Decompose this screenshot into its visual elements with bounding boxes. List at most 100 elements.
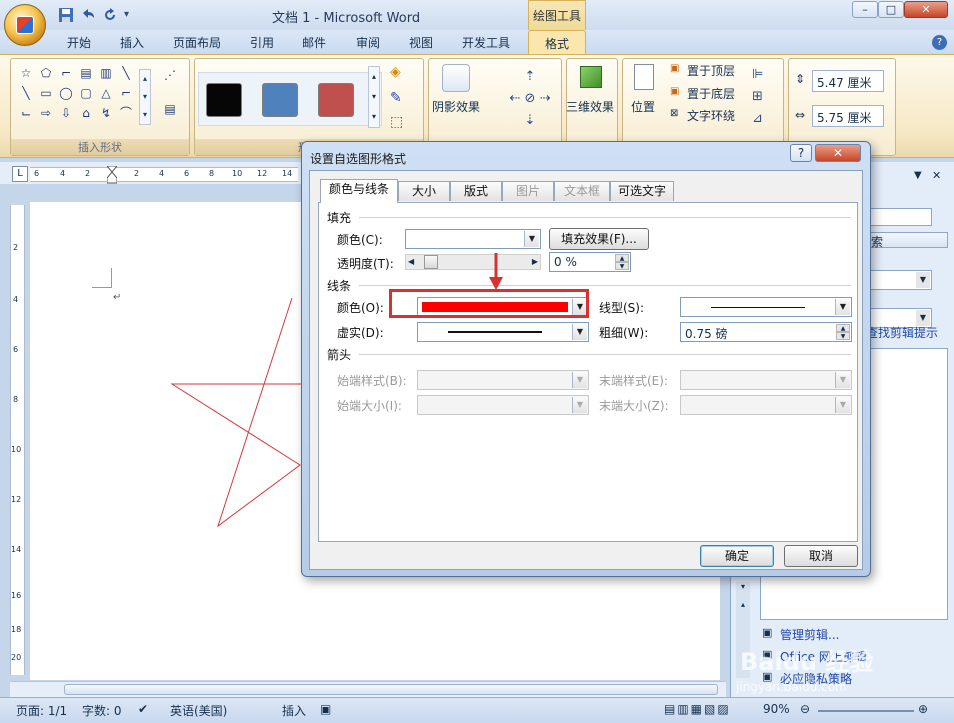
slider-right-icon[interactable]: ▶ [532, 255, 538, 269]
zoom-slider[interactable] [818, 710, 914, 712]
tab-alt-text[interactable]: 可选文字 [610, 181, 674, 201]
tab-layout[interactable]: 版式 [450, 181, 502, 201]
horizontal-scroll-thumb[interactable] [64, 684, 718, 695]
shapes-more-scroll[interactable]: ▴ ▾ ▾ [139, 69, 151, 125]
shape-fill-icon[interactable]: ◈ [390, 64, 401, 80]
style-gallery-scroll[interactable]: ▴ ▾ ▾ [368, 66, 380, 128]
shape-width-input[interactable]: 5.75 厘米 [812, 105, 884, 127]
line-shape-icon[interactable]: ╲ [119, 67, 133, 79]
shadow-effects-button[interactable]: 阴影效果 [432, 98, 480, 115]
tab-selector-icon[interactable]: L [12, 166, 28, 182]
office-button[interactable] [4, 4, 46, 46]
tab-size[interactable]: 大小 [398, 181, 450, 201]
connector-shape-icon[interactable]: ⌐ [59, 67, 73, 79]
position-icon[interactable] [634, 64, 654, 90]
save-icon[interactable] [58, 7, 74, 23]
send-to-back-button[interactable]: 置于底层 [687, 85, 735, 102]
clip-tips-link[interactable]: 查找剪辑提示 [866, 324, 938, 341]
3d-effects-button[interactable]: 三维效果 [566, 98, 614, 115]
text-wrapping-button[interactable]: 文字环绕 [687, 107, 735, 124]
status-page[interactable]: 页面: 1/1 [16, 702, 67, 719]
pentagon-shape-icon[interactable]: ⬠ [39, 67, 53, 79]
macro-record-icon[interactable]: ▣ [320, 702, 331, 716]
restore-button[interactable]: □ [878, 1, 904, 18]
end-style-select[interactable]: ▼ [680, 370, 852, 390]
cancel-button[interactable]: 取消 [784, 545, 858, 567]
tab-mailings[interactable]: 邮件 [302, 34, 326, 51]
tab-picture[interactable]: 图片 [502, 181, 554, 201]
down-arrow-shape-icon[interactable]: ⇩ [59, 107, 73, 119]
slider-left-icon[interactable]: ◀ [408, 255, 414, 269]
status-words[interactable]: 字数: 0 [82, 702, 122, 719]
align-group-rotate-icons[interactable]: ⊫ ⊞ ⊿ [752, 64, 763, 130]
line2-shape-icon[interactable]: ╲ [19, 87, 33, 99]
begin-size-select[interactable]: ▼ [417, 395, 589, 415]
clip-search-input[interactable] [870, 208, 932, 226]
freeform-shape-icon[interactable]: ↯ [99, 107, 113, 119]
transparency-input[interactable]: 0 % ▲ ▼ [549, 252, 631, 272]
bring-to-front-button[interactable]: 置于顶层 [687, 62, 735, 79]
elbow-connector-icon[interactable]: ⌙ [19, 107, 33, 119]
search-in-select[interactable]: ▼ [870, 270, 932, 290]
rectangle-shape-icon[interactable]: ▭ [39, 87, 53, 99]
dash-select[interactable]: ▼ [417, 322, 589, 342]
3d-effect-icon[interactable] [580, 66, 602, 88]
tab-developer[interactable]: 开发工具 [462, 34, 510, 51]
rounded-rect-shape-icon[interactable]: ▢ [79, 87, 93, 99]
right-arrow-shape-icon[interactable]: ⇨ [39, 107, 53, 119]
ok-button[interactable]: 确定 [700, 545, 774, 567]
tab-page-layout[interactable]: 页面布局 [173, 34, 221, 51]
weight-input[interactable]: 0.75 磅 ▲ ▼ [680, 322, 852, 342]
redo-icon[interactable] [102, 7, 118, 23]
fill-effects-button[interactable]: 填充效果(F)... [549, 228, 649, 250]
taskpane-close-icon[interactable]: ✕ [932, 169, 941, 182]
tab-format[interactable]: 格式 [528, 30, 586, 56]
oval-shape-icon[interactable]: ◯ [59, 87, 73, 99]
qat-customize-icon[interactable]: ▾ [124, 7, 129, 23]
taskpane-menu-icon[interactable]: ▼ [914, 170, 922, 181]
fill-color-select[interactable]: ▼ [405, 229, 541, 249]
indent-marker-icon[interactable] [105, 165, 119, 184]
zoom-out-icon[interactable]: ⊖ [800, 702, 810, 716]
status-zoom[interactable]: 90% [763, 702, 790, 716]
dialog-help-button[interactable]: ? [790, 144, 812, 162]
organize-clips-link[interactable]: 管理剪辑... [780, 626, 839, 643]
close-window-button[interactable]: ✕ [904, 1, 948, 18]
end-size-select[interactable]: ▼ [680, 395, 852, 415]
tab-view[interactable]: 视图 [409, 34, 433, 51]
edit-shape-icon[interactable]: ⋰ [163, 69, 177, 81]
transparency-slider[interactable]: ◀ ▶ [405, 254, 541, 270]
tab-textbox[interactable]: 文本框 [554, 181, 610, 201]
proofing-icon[interactable]: ✔ [138, 702, 148, 716]
style-swatch-blue[interactable] [262, 83, 298, 117]
transparency-slider-thumb[interactable] [424, 255, 438, 269]
tab-review[interactable]: 审阅 [356, 34, 380, 51]
triangle-shape-icon[interactable]: △ [99, 87, 113, 99]
tab-home[interactable]: 开始 [67, 34, 91, 51]
horizontal-scrollbar[interactable] [10, 681, 726, 697]
tab-insert[interactable]: 插入 [120, 34, 144, 51]
view-buttons[interactable]: ▤▥▦▧▨ [664, 702, 731, 716]
position-button[interactable]: 位置 [631, 98, 655, 115]
style-swatch-red[interactable] [318, 83, 354, 117]
shadow-effect-icon[interactable] [442, 64, 470, 92]
line-style-select[interactable]: ▼ [680, 297, 852, 317]
star-shape-icon[interactable]: ☆ [19, 67, 33, 79]
elbow-shape-icon[interactable]: ⌐ [119, 87, 133, 99]
change-shape-icon[interactable]: ⬚ [390, 114, 403, 130]
begin-style-select[interactable]: ▼ [417, 370, 589, 390]
style-swatch-black[interactable] [206, 83, 242, 117]
shape-height-input[interactable]: 5.47 厘米 [812, 70, 884, 92]
textbox-shape-icon[interactable]: ▤ [79, 67, 93, 79]
status-language[interactable]: 英语(美国) [170, 702, 227, 719]
insert-textbox-icon[interactable]: ▤ [163, 103, 177, 115]
help-icon[interactable]: ? [932, 35, 947, 50]
tab-references[interactable]: 引用 [250, 34, 274, 51]
tab-colors-lines[interactable]: 颜色与线条 [320, 179, 398, 203]
dialog-close-button[interactable]: ✕ [815, 144, 861, 162]
zoom-in-icon[interactable]: ⊕ [918, 702, 928, 716]
star-shape[interactable] [165, 290, 305, 530]
minimize-button[interactable]: – [852, 1, 878, 18]
undo-icon[interactable] [80, 7, 96, 23]
shadow-nudge-icons[interactable]: ⇡ ⇠ ⊘ ⇢ ⇣ [500, 66, 560, 136]
